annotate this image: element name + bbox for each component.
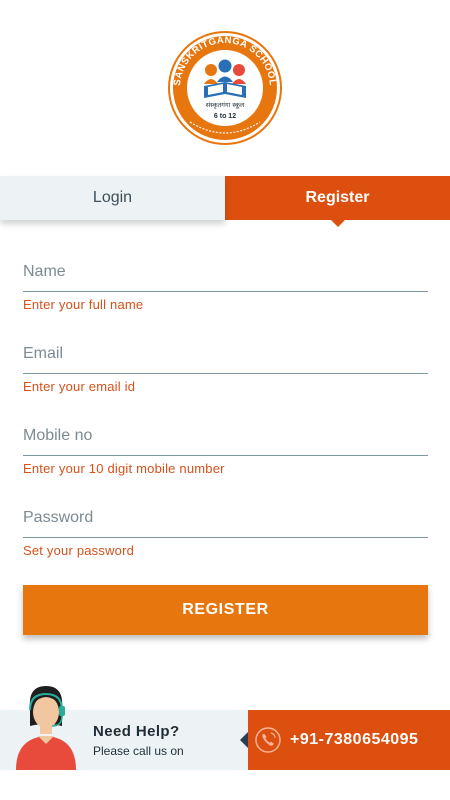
password-hint: Set your password: [23, 543, 135, 558]
headset-agent-icon: [16, 686, 76, 770]
mobile-hint: Enter your 10 digit mobile number: [23, 461, 225, 476]
name-input[interactable]: [23, 246, 428, 292]
help-title: Need Help?: [93, 723, 180, 740]
phone-icon: [255, 727, 281, 753]
logo-hindi-name: संस्कृतगंगा स्कूल: [206, 101, 245, 109]
help-bar: Need Help? Please call us on +91-7380654…: [0, 686, 450, 770]
tab-register[interactable]: Register: [225, 176, 450, 227]
school-logo: SANSKRITGANGA SCHOOL संस्कृतगंगा स्कूल 6…: [168, 31, 282, 145]
call-button[interactable]: +91-7380654095: [240, 710, 450, 770]
register-button[interactable]: REGISTER: [23, 585, 428, 635]
email-hint: Enter your email id: [23, 379, 136, 394]
tab-login[interactable]: Login: [0, 176, 225, 220]
help-subtitle: Please call us on: [93, 744, 184, 758]
email-input[interactable]: [23, 328, 428, 374]
tab-register-label: Register: [305, 189, 370, 206]
auth-tabs: Login Register: [0, 176, 450, 227]
email-field-group: Enter your email id: [23, 328, 428, 394]
phone-number: +91-7380654095: [290, 731, 419, 748]
password-input[interactable]: [23, 492, 428, 538]
tab-login-label: Login: [92, 189, 133, 206]
logo-grades: 6 to 12: [214, 113, 236, 120]
name-hint: Enter your full name: [23, 297, 144, 312]
password-field-group: Set your password: [23, 492, 428, 558]
help-info: Need Help? Please call us on: [0, 686, 248, 770]
name-field-group: Enter your full name: [23, 246, 428, 312]
mobile-input[interactable]: [23, 410, 428, 456]
mobile-field-group: Enter your 10 digit mobile number: [23, 410, 428, 476]
